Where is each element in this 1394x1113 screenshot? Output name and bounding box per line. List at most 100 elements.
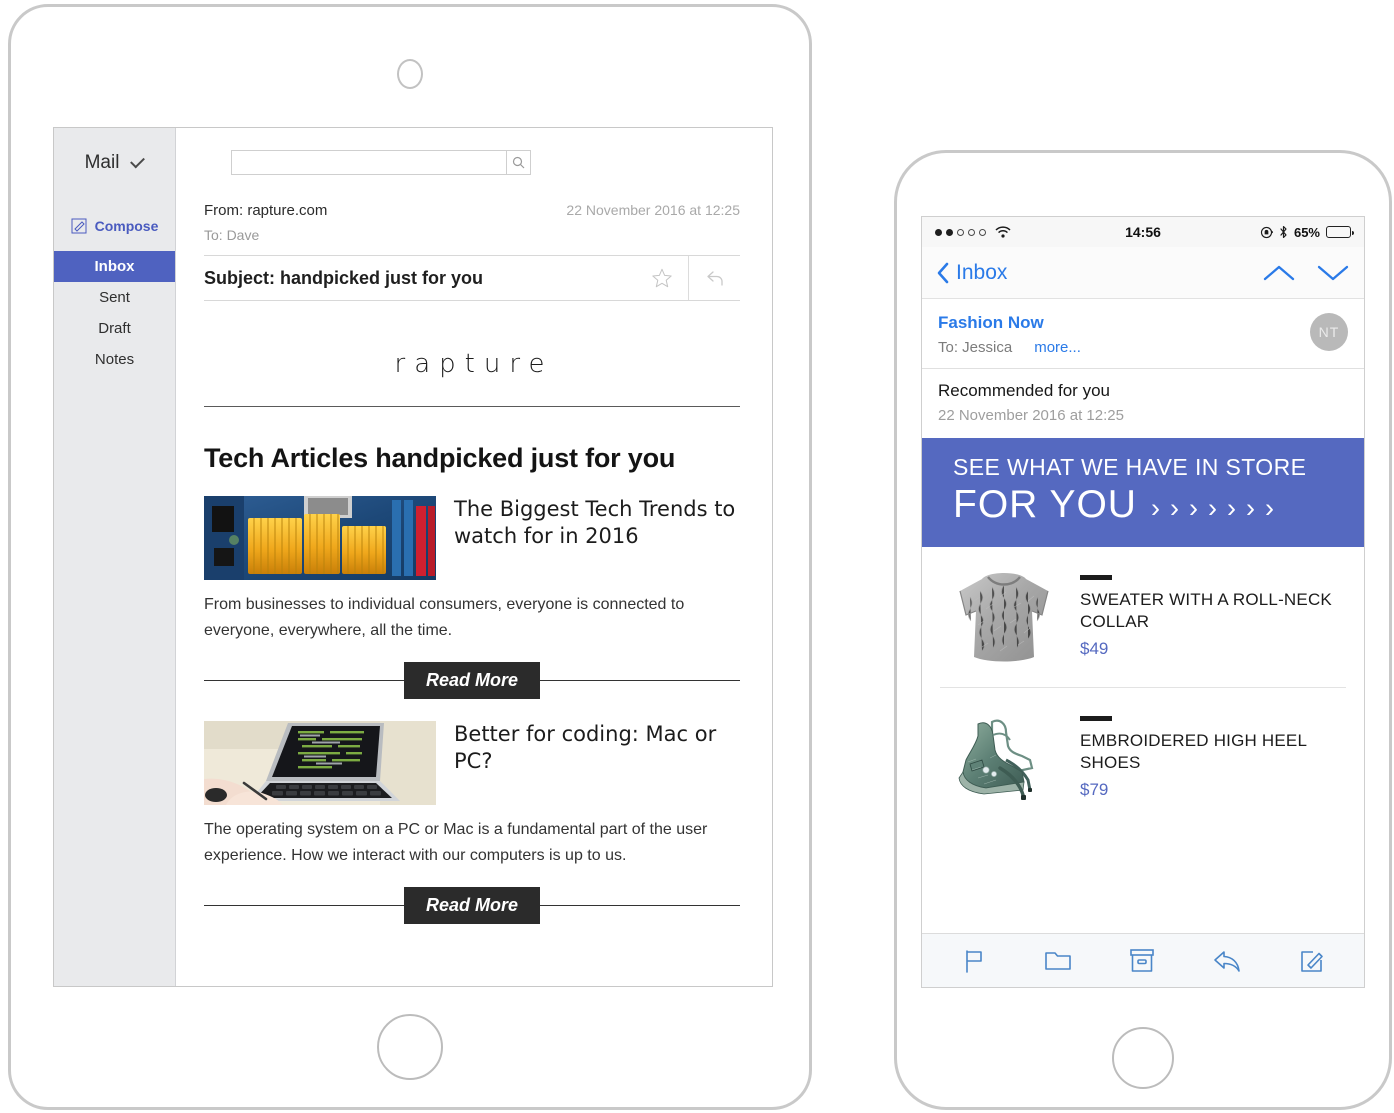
- more-details-link[interactable]: more...: [1034, 339, 1081, 356]
- back-label: Inbox: [956, 260, 1008, 284]
- flag-icon: [965, 949, 982, 973]
- product-list: SWEATER WITH A ROLL-NECK COLLAR $49 EMBR…: [922, 547, 1364, 933]
- chevron-right-icon: ›: [1169, 493, 1179, 523]
- sidebar-item-sent[interactable]: Sent: [54, 282, 175, 313]
- message-subject-block: Recommended for you 22 November 2016 at …: [922, 368, 1364, 438]
- star-button[interactable]: [636, 256, 688, 300]
- list-item[interactable]: EMBROIDERED HIGH HEEL SHOES $79: [940, 687, 1346, 828]
- star-icon: [652, 268, 672, 288]
- product-image-heels: [944, 702, 1064, 814]
- archive-icon: [1130, 949, 1154, 972]
- phone-home-button[interactable]: [1112, 1027, 1174, 1089]
- message-date: 22 November 2016 at 12:25: [938, 407, 1124, 424]
- back-to-inbox-button[interactable]: Inbox: [936, 261, 1007, 285]
- email-subject: Subject: handpicked just for you: [204, 267, 484, 288]
- tablet-home-button[interactable]: [377, 1014, 443, 1080]
- chevron-right-icon: ›: [1245, 493, 1255, 523]
- message-sender-block: Fashion Now To: Jessica more... NT: [922, 299, 1364, 368]
- mailbox-nav: Inbox Sent Draft Notes: [54, 251, 175, 375]
- screenshot-stage: Mail Compose Inbox Sent Draft Notes From…: [0, 0, 1394, 1113]
- chevron-left-icon: [937, 262, 949, 283]
- compose-button[interactable]: [1299, 948, 1325, 974]
- message-sender[interactable]: Fashion Now: [938, 313, 1310, 333]
- article-card: The Biggest Tech Trends to watch for in …: [204, 496, 740, 699]
- sidebar-item-notes[interactable]: Notes: [54, 344, 175, 375]
- mail-toolbar: [922, 933, 1364, 987]
- chevron-right-icon: ›: [1188, 493, 1198, 523]
- status-time: 14:56: [1125, 224, 1161, 240]
- compose-button[interactable]: Compose: [54, 218, 175, 234]
- search-icon: [512, 156, 525, 169]
- battery-icon: [1326, 226, 1354, 238]
- read-more-row: Read More: [204, 886, 740, 924]
- email-meta: From: rapture.com To: Dave 22 November 2…: [176, 175, 772, 243]
- compose-icon: [71, 218, 87, 234]
- chevron-right-icon: ›: [1150, 493, 1160, 523]
- tablet-device-frame: Mail Compose Inbox Sent Draft Notes From…: [8, 4, 812, 1110]
- avatar: NT: [1310, 313, 1348, 351]
- email-to: To: Dave: [204, 227, 260, 243]
- article-thumbnail-laptop[interactable]: [204, 721, 436, 806]
- newsletter-headline: Tech Articles handpicked just for you: [204, 443, 676, 473]
- mail-sidebar: Mail Compose Inbox Sent Draft Notes: [54, 128, 176, 986]
- newsletter-brand-logo: rapture: [394, 349, 554, 379]
- article-body: The operating system on a PC or Mac is a…: [204, 821, 708, 864]
- promo-banner[interactable]: SEE WHAT WE HAVE IN STORE FOR YOU › › › › › ›…: [922, 438, 1364, 547]
- search-box: [231, 150, 531, 175]
- reply-button[interactable]: [1212, 948, 1242, 974]
- read-more-button[interactable]: Read More: [403, 661, 541, 699]
- email-date: 22 November 2016 at 12:25: [566, 202, 740, 218]
- reply-icon: [706, 271, 723, 286]
- message-subject: Recommended for you: [938, 381, 1110, 400]
- status-bar: 14:56 65%: [922, 217, 1364, 247]
- sidebar-item-inbox[interactable]: Inbox: [54, 251, 175, 282]
- list-item[interactable]: SWEATER WITH A ROLL-NECK COLLAR $49: [922, 547, 1364, 687]
- folder-icon: [1044, 951, 1071, 970]
- next-message-icon[interactable]: [1316, 263, 1350, 283]
- read-more-row: Read More: [204, 661, 740, 699]
- previous-message-icon[interactable]: [1262, 263, 1296, 283]
- phone-screen: 14:56 65% Inbox Fashion Now To: Jessica …: [921, 216, 1365, 988]
- mail-navigation-bar: Inbox: [922, 247, 1364, 299]
- chevron-right-icon: ›: [1226, 493, 1236, 523]
- product-accent-dash: [1080, 715, 1112, 721]
- email-from: From: rapture.com: [204, 202, 328, 219]
- move-to-folder-button[interactable]: [1044, 949, 1072, 973]
- mail-label: Mail: [84, 152, 120, 173]
- promo-banner-line2: FOR YOU: [953, 483, 1137, 526]
- flag-button[interactable]: [961, 948, 987, 974]
- promo-chevrons: › › › › › › ›: [1151, 495, 1274, 522]
- tablet-camera-icon: [397, 59, 423, 89]
- compose-icon: [1301, 950, 1324, 972]
- article-body: From businesses to individual consumers,…: [204, 596, 685, 639]
- chevron-right-icon: ›: [1264, 493, 1274, 523]
- reply-button[interactable]: [688, 256, 740, 300]
- product-price: $79: [1080, 780, 1109, 800]
- email-reading-pane: From: rapture.com To: Dave 22 November 2…: [176, 128, 772, 986]
- sidebar-item-draft[interactable]: Draft: [54, 313, 175, 344]
- search-area: [176, 128, 772, 175]
- chevron-down-icon: [130, 153, 146, 168]
- article-thumbnail-motherboard[interactable]: [204, 496, 436, 580]
- product-name: EMBROIDERED HIGH HEEL SHOES: [1080, 730, 1307, 772]
- tablet-screen: Mail Compose Inbox Sent Draft Notes From…: [53, 127, 773, 987]
- read-more-button[interactable]: Read More: [403, 886, 541, 924]
- email-subject-row: Subject: handpicked just for you: [204, 255, 740, 301]
- search-input[interactable]: [232, 151, 506, 174]
- message-recipient: To: Jessica: [938, 339, 1013, 356]
- brand-divider: [204, 406, 740, 407]
- chevron-right-icon: ›: [1207, 493, 1217, 523]
- product-accent-dash: [1080, 574, 1112, 580]
- archive-button[interactable]: [1129, 948, 1155, 973]
- compose-label: Compose: [94, 218, 159, 234]
- search-button[interactable]: [506, 151, 530, 174]
- phone-device-frame: 14:56 65% Inbox Fashion Now To: Jessica …: [894, 150, 1392, 1110]
- article-card: Better for coding: Mac or PC? The operat…: [204, 721, 740, 924]
- mail-account-dropdown[interactable]: Mail: [54, 146, 175, 174]
- product-name: SWEATER WITH A ROLL-NECK COLLAR: [1080, 589, 1332, 631]
- article-title[interactable]: The Biggest Tech Trends to watch for in …: [454, 496, 740, 580]
- promo-banner-line1: SEE WHAT WE HAVE IN STORE: [953, 454, 1307, 480]
- product-image-sweater: [944, 561, 1064, 673]
- article-title[interactable]: Better for coding: Mac or PC?: [454, 721, 740, 805]
- reply-icon: [1214, 950, 1240, 972]
